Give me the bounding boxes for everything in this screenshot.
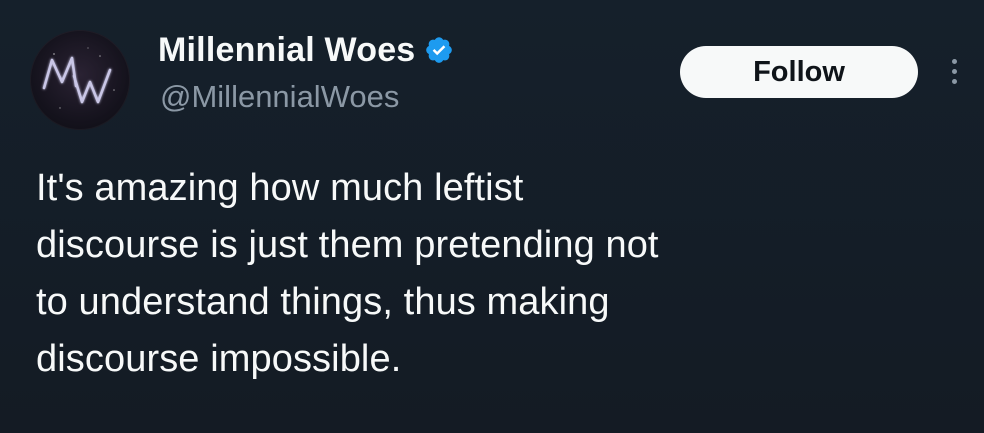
- more-dot: [951, 58, 957, 64]
- author-handle[interactable]: @MillennialWoes: [160, 79, 399, 115]
- more-dot: [951, 78, 957, 84]
- more-vertical-icon[interactable]: [944, 48, 964, 94]
- more-dot: [951, 68, 957, 74]
- avatar-logo-icon: [42, 47, 115, 109]
- tweet-card: Millennial Woes @MillennialWoes Follow I…: [0, 0, 984, 433]
- author-display-name[interactable]: Millennial Woes: [158, 31, 415, 70]
- avatar[interactable]: [30, 30, 130, 130]
- follow-button[interactable]: Follow: [680, 46, 918, 98]
- verified-badge-icon: [424, 35, 454, 65]
- tweet-text: It's amazing how much leftist discourse …: [36, 167, 659, 380]
- author-name-row: Millennial Woes: [158, 28, 454, 72]
